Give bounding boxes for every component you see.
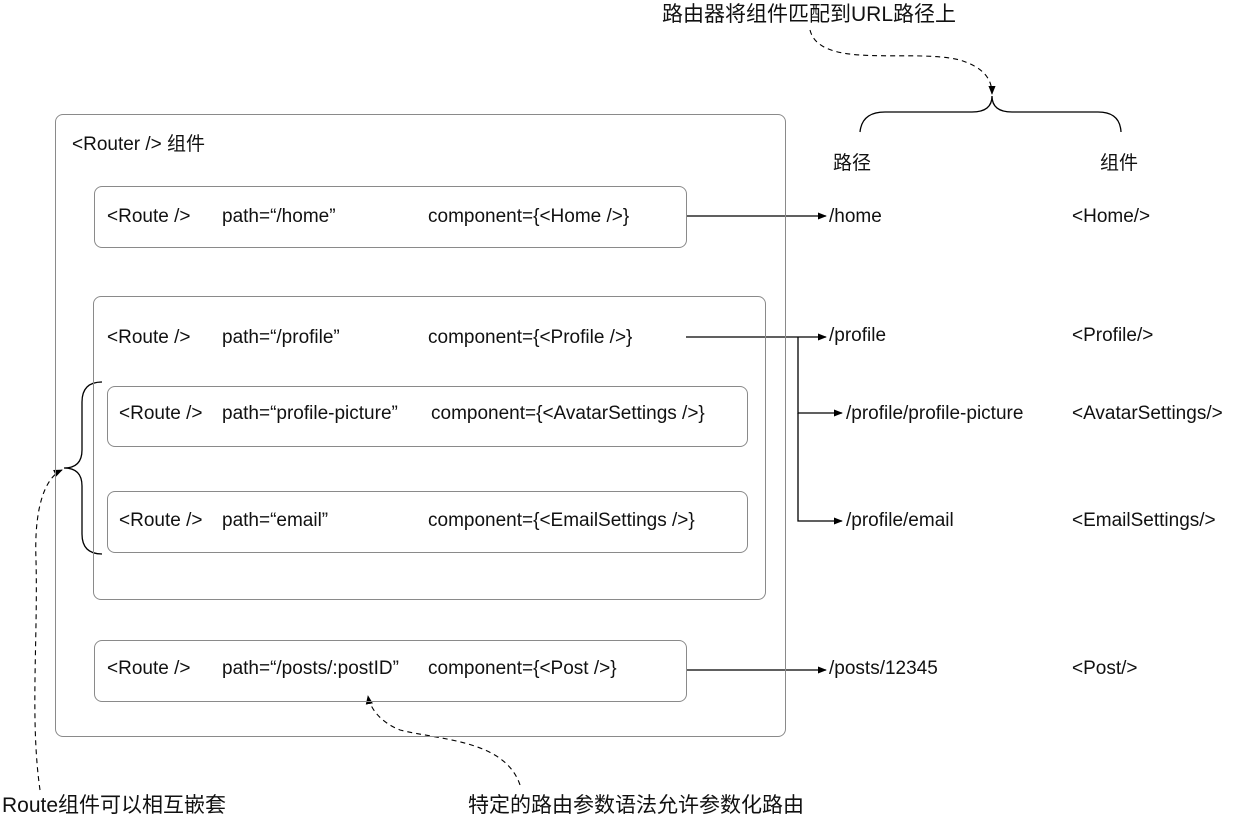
bottom-left-annotation: Route组件可以相互嵌套 (2, 794, 227, 817)
arrow-profile-picture (797, 337, 843, 417)
table-row-5-url: /posts/12345 (829, 658, 938, 679)
route-posts-path: path=“/posts/:postID” (222, 658, 399, 679)
route-home-path: path=“/home” (222, 206, 336, 227)
router-label: <Router /> 组件 (72, 134, 206, 155)
route-profile-picture-component: component={<AvatarSettings />} (431, 403, 705, 424)
top-annotation-curve (809, 29, 996, 95)
header-path: 路径 (833, 153, 872, 174)
route-home-tag: <Route /> (107, 206, 191, 227)
route-profile-picture-tag: <Route /> (119, 403, 203, 424)
table-row-3-url: /profile/profile-picture (846, 403, 1024, 424)
route-email-component: component={<EmailSettings />} (428, 510, 695, 531)
arrow-profile-email (797, 413, 843, 525)
table-row-1-url: /home (829, 206, 882, 227)
route-email-tag: <Route /> (119, 510, 203, 531)
route-email-path: path=“email” (222, 510, 329, 531)
header-component: 组件 (1100, 153, 1139, 174)
bottom-right-annotation: 特定的路由参数语法允许参数化路由 (468, 794, 804, 817)
table-row-4-url: /profile/email (846, 510, 954, 531)
route-profile-tag: <Route /> (107, 327, 191, 348)
top-brace (859, 95, 1122, 133)
table-row-4-component: <EmailSettings/> (1072, 510, 1216, 531)
top-annotation: 路由器将组件匹配到URL路径上 (662, 3, 957, 26)
route-profile-path: path=“/profile” (222, 327, 340, 348)
table-row-3-component: <AvatarSettings/> (1072, 403, 1223, 424)
route-profile-component: component={<Profile />} (428, 327, 633, 348)
route-posts-tag: <Route /> (107, 658, 191, 679)
table-row-1-component: <Home/> (1072, 206, 1151, 227)
table-row-5-component: <Post/> (1072, 658, 1138, 679)
table-row-2-url: /profile (829, 325, 887, 346)
route-profile-picture-path: path=“profile-picture” (222, 403, 398, 424)
route-posts-component: component={<Post />} (428, 658, 617, 679)
route-home-component: component={<Home />} (428, 206, 630, 227)
table-row-2-component: <Profile/> (1072, 325, 1154, 346)
